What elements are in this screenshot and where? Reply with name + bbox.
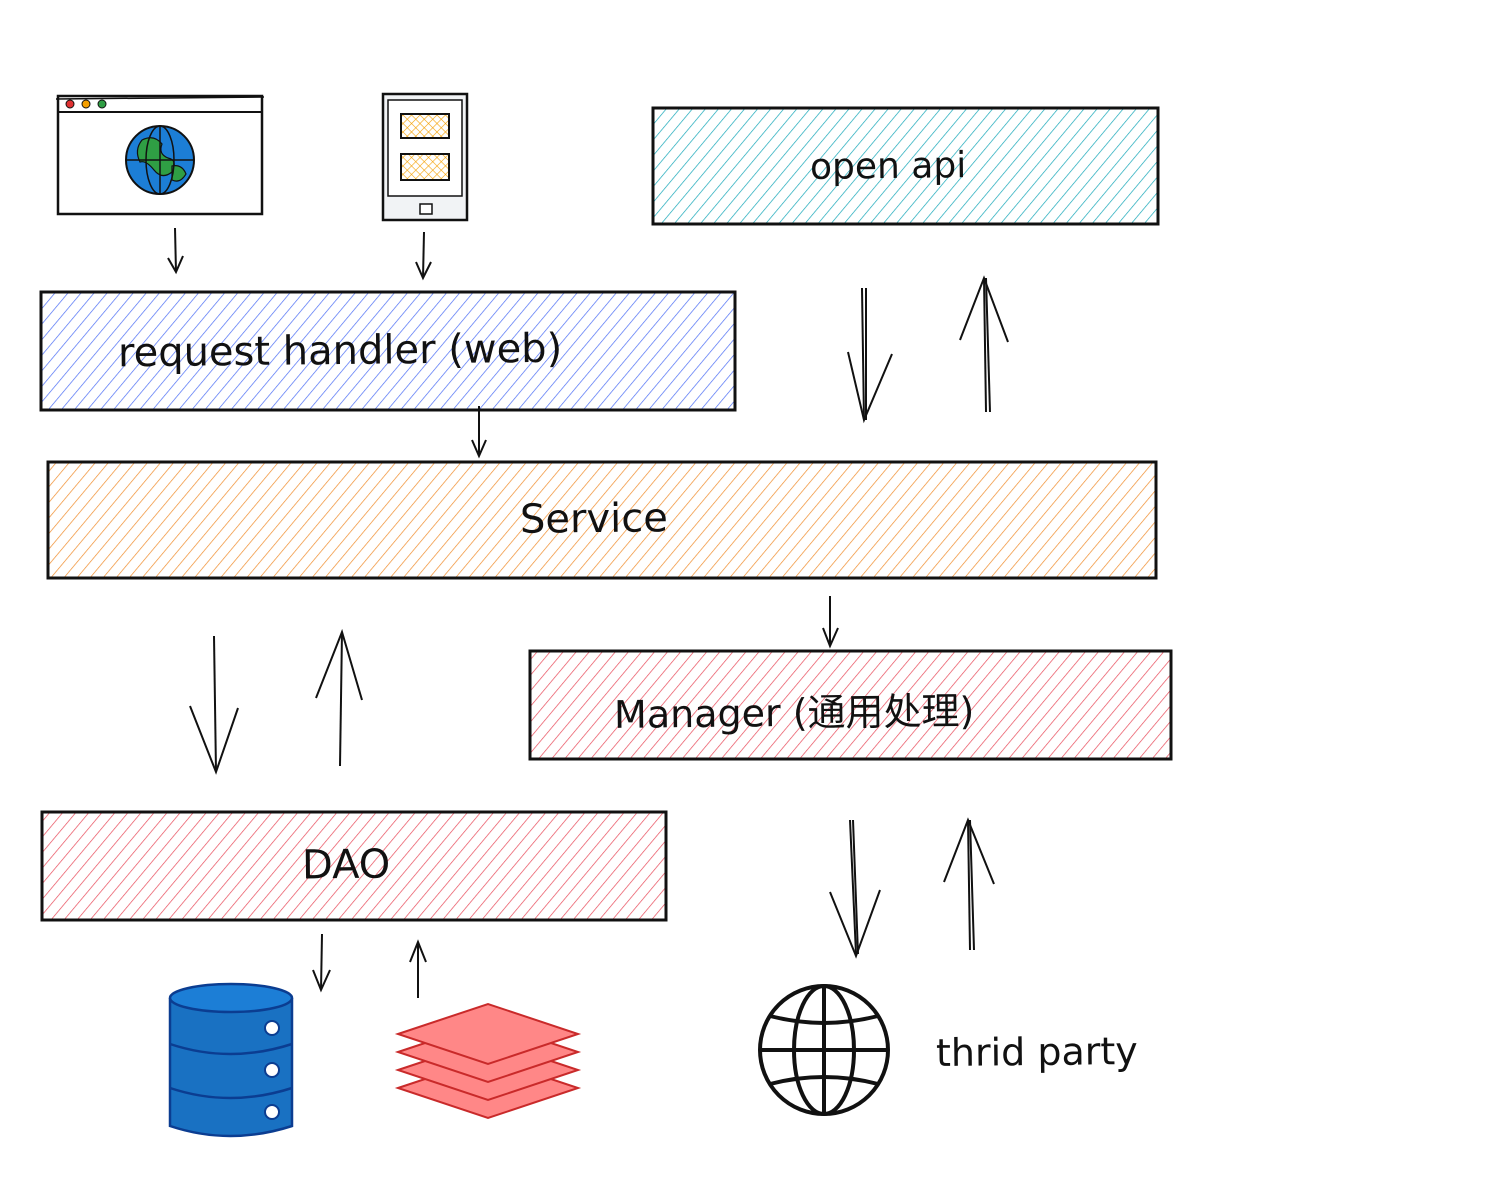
arrow-request-handler-to-service (471, 406, 487, 459)
arrow-dao-to-database (312, 933, 331, 993)
arrow-third-party-to-manager (943, 817, 995, 951)
arrow-mobile-to-request-handler (415, 231, 432, 281)
arrow-manager-to-third-party (829, 819, 881, 959)
cache-stack-icon (394, 1002, 582, 1120)
globe-icon (758, 984, 890, 1116)
third-party-label: thrid party (935, 1028, 1139, 1076)
database-icon (168, 982, 294, 1138)
arrow-cache-to-dao (409, 939, 427, 998)
arrow-browser-to-request-handler (167, 227, 184, 275)
arrow-service-to-dao (189, 635, 239, 775)
service-label: Service (519, 495, 669, 543)
open-api-label: open api (809, 145, 967, 188)
mobile-device-icon (381, 92, 469, 222)
browser-window-icon (55, 94, 265, 216)
manager-label: Manager (通用处理) (613, 689, 975, 737)
request-handler-label: request handler (web) (117, 325, 563, 377)
architecture-diagram (39, 92, 1173, 1138)
arrow-dao-to-service (315, 628, 363, 767)
arrow-service-to-open-api (959, 275, 1009, 413)
dao-label: DAO (301, 841, 391, 889)
arrow-open-api-to-service (847, 287, 893, 424)
arrow-service-to-manager (822, 596, 839, 649)
